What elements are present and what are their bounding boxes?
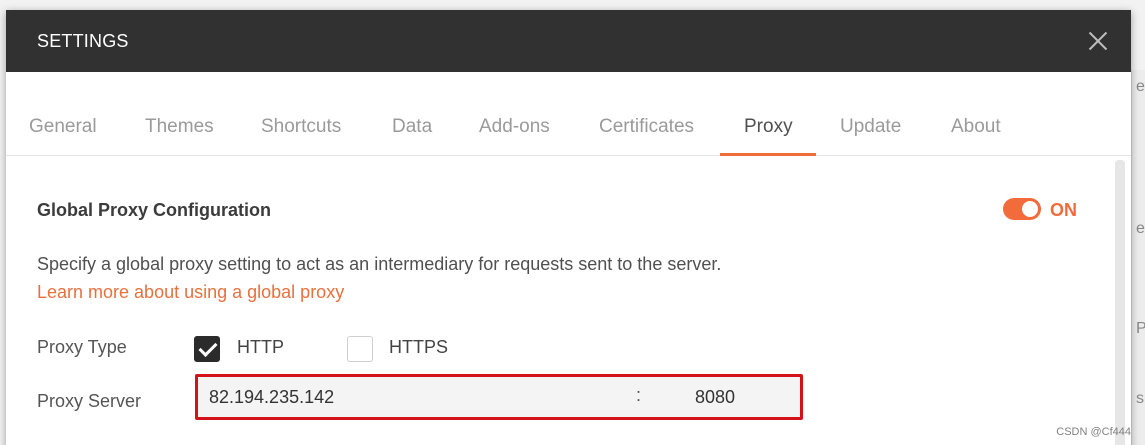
tab-general[interactable]: General [29, 116, 97, 138]
settings-dialog: SETTINGS General Themes Shortcuts Data A… [6, 10, 1131, 445]
proxy-server-label: Proxy Server [37, 391, 142, 411]
tab-shortcuts[interactable]: Shortcuts [261, 116, 341, 138]
https-label: HTTPS [389, 337, 449, 357]
http-label: HTTP [237, 337, 284, 357]
background-side-strip: e e P s [1131, 70, 1145, 445]
proxy-settings-panel: Global Proxy Configuration ON Specify a … [6, 156, 1131, 445]
http-checkbox[interactable] [194, 336, 220, 362]
tab-proxy[interactable]: Proxy [744, 116, 793, 138]
settings-tabs: General Themes Shortcuts Data Add-ons Ce… [6, 72, 1131, 156]
proxy-host-input[interactable] [209, 381, 629, 413]
section-title: Global Proxy Configuration [37, 200, 272, 220]
proxy-server-field: : [195, 374, 803, 420]
tab-certificates[interactable]: Certificates [599, 116, 694, 138]
tab-themes[interactable]: Themes [145, 116, 214, 138]
dialog-titlebar: SETTINGS [6, 10, 1131, 72]
toggle-state-label: ON [1050, 200, 1077, 220]
dialog-title: SETTINGS [37, 30, 129, 51]
proxy-type-label: Proxy Type [37, 337, 127, 357]
proxy-port-input[interactable] [645, 381, 785, 413]
tab-addons[interactable]: Add-ons [479, 116, 550, 138]
host-port-separator: : [636, 385, 642, 405]
tab-about[interactable]: About [951, 116, 1001, 138]
proxy-description: Specify a global proxy setting to act as… [37, 254, 722, 274]
https-checkbox[interactable] [347, 336, 373, 362]
tab-update[interactable]: Update [840, 116, 901, 138]
toggle-knob [1022, 201, 1038, 217]
close-icon[interactable] [1087, 30, 1109, 52]
content-scrollbar[interactable] [1115, 160, 1125, 445]
learn-more-link[interactable]: Learn more about using a global proxy [37, 282, 344, 303]
tab-data[interactable]: Data [392, 116, 432, 138]
global-proxy-toggle[interactable] [1003, 198, 1041, 220]
watermark: CSDN @Cf444 [1056, 426, 1131, 438]
